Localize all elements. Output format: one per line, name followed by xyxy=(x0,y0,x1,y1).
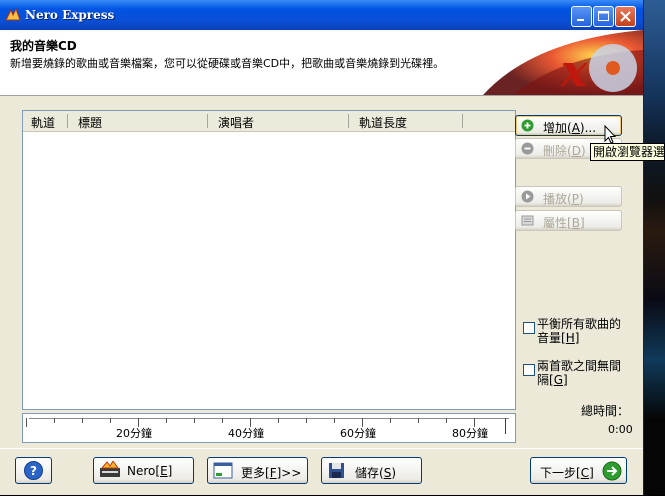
properties-label: 屬性 xyxy=(543,216,568,230)
total-time-value: 0:00 xyxy=(608,423,633,436)
bottom-toolbar: ? Nero[E] 更多[F]>> 儲存(S) 下一步[C] xyxy=(0,448,643,496)
nero-accesskey: E xyxy=(160,464,168,478)
nero-label: Nero xyxy=(127,464,156,478)
timeline-tick xyxy=(110,418,111,423)
timeline-label: 20分鐘 xyxy=(116,427,152,440)
timeline-tick xyxy=(222,418,223,423)
column-header-length[interactable]: 軌道長度 xyxy=(359,114,407,131)
normalize-volume-label[interactable]: 平衡所有歌曲的 音量[H] xyxy=(537,317,627,345)
save-button[interactable]: 儲存(S) xyxy=(321,457,422,484)
timeline-tick xyxy=(82,418,83,423)
track-list-header: 軌道 標題 演唱者 軌道長度 xyxy=(23,111,515,132)
help-button[interactable]: ? xyxy=(15,457,52,484)
play-label: 播放 xyxy=(543,192,568,206)
nero-logo-graphic: x xyxy=(443,30,643,95)
timeline-tick xyxy=(446,418,447,423)
timeline-label: 40分鐘 xyxy=(228,427,264,440)
close-icon xyxy=(620,11,631,22)
timeline-tick xyxy=(334,418,335,423)
properties-button[interactable]: 屬性[B] xyxy=(515,210,622,231)
save-accesskey: S xyxy=(383,466,392,480)
remove-icon xyxy=(521,142,534,155)
total-time-label: 總時間： xyxy=(581,404,630,418)
column-separator[interactable] xyxy=(67,114,68,128)
add-icon xyxy=(521,119,534,132)
play-icon xyxy=(521,190,534,203)
more-button[interactable]: 更多[F]>> xyxy=(207,457,308,484)
capacity-limit-marker xyxy=(505,418,506,434)
window-title: Nero Express xyxy=(25,8,115,22)
svg-text:x: x xyxy=(560,46,588,95)
title-bar[interactable]: Nero Express xyxy=(0,0,643,30)
nero-express-window: Nero Express 我的音樂CD 新增要燒錄的歌曲或音樂檔案，您可以從硬碟… xyxy=(0,0,665,496)
play-button[interactable]: 播放(P) xyxy=(515,186,622,207)
page-header: 我的音樂CD 新增要燒錄的歌曲或音樂檔案，您可以從硬碟或音樂CD中，把歌曲或音樂… xyxy=(0,30,643,96)
floppy-disk-icon xyxy=(329,463,344,478)
next-label: 下一步 xyxy=(540,466,577,480)
nero-app-icon xyxy=(5,8,21,21)
add-button-tooltip: 開啟瀏覽器選 xyxy=(590,143,665,161)
desktop-background xyxy=(643,0,665,495)
column-separator[interactable] xyxy=(462,114,463,128)
more-accesskey: F xyxy=(269,466,277,480)
timeline-label: 60分鐘 xyxy=(340,427,376,440)
no-gap-label[interactable]: 兩首歌之間無間 隔[G] xyxy=(537,359,627,387)
minimize-button[interactable] xyxy=(571,6,592,27)
properties-icon xyxy=(521,215,534,226)
timeline-label: 80分鐘 xyxy=(452,427,488,440)
timeline-tick xyxy=(306,418,307,423)
timeline-tick xyxy=(194,418,195,423)
timeline-tick xyxy=(166,418,167,423)
column-header-artist[interactable]: 演唱者 xyxy=(218,114,254,131)
help-icon: ? xyxy=(24,461,43,480)
column-separator[interactable] xyxy=(348,114,349,128)
column-header-track[interactable]: 軌道 xyxy=(31,114,55,131)
timeline-tick xyxy=(54,418,55,423)
play-accesskey: P xyxy=(571,192,579,206)
column-header-title[interactable]: 標題 xyxy=(78,114,102,131)
add-accesskey: A xyxy=(571,121,580,135)
timeline-tick xyxy=(26,418,27,427)
no-gap-checkbox[interactable] xyxy=(523,364,535,376)
svg-text:?: ? xyxy=(30,464,37,478)
page-title: 我的音樂CD xyxy=(10,39,77,53)
delete-accesskey: D xyxy=(571,144,581,158)
nero-button[interactable]: Nero[E] xyxy=(93,457,194,484)
close-button[interactable] xyxy=(615,6,636,27)
next-button[interactable]: 下一步[C] xyxy=(530,457,627,484)
arrow-right-icon xyxy=(602,461,622,481)
timeline-tick xyxy=(278,418,279,423)
column-separator[interactable] xyxy=(207,114,208,128)
nero-burner-icon xyxy=(100,461,120,477)
save-label: 儲存 xyxy=(355,466,380,480)
maximize-button[interactable] xyxy=(593,6,614,27)
delete-label: 刪除 xyxy=(543,144,568,158)
capacity-timeline: 20分鐘 40分鐘 60分鐘 80分鐘 xyxy=(22,413,516,443)
more-label: 更多 xyxy=(241,466,266,480)
track-list[interactable]: 軌道 標題 演唱者 軌道長度 xyxy=(22,110,516,410)
window-more-icon xyxy=(213,462,233,479)
page-description: 新增要燒錄的歌曲或音樂檔案，您可以從硬碟或音樂CD中，把歌曲或音樂燒錄到光碟裡。 xyxy=(10,57,445,70)
maximize-icon xyxy=(598,11,609,21)
next-accesskey: C xyxy=(580,466,590,480)
normalize-volume-checkbox[interactable] xyxy=(523,322,535,334)
add-suffix: ... xyxy=(584,121,597,135)
properties-accesskey: B xyxy=(571,216,580,230)
more-suffix: >> xyxy=(281,466,302,480)
timeline-axis xyxy=(29,418,509,419)
add-label: 增加 xyxy=(543,121,568,135)
timeline-tick xyxy=(418,418,419,423)
mouse-cursor-icon xyxy=(604,125,617,144)
minimize-icon xyxy=(577,19,584,21)
timeline-tick xyxy=(390,418,391,423)
